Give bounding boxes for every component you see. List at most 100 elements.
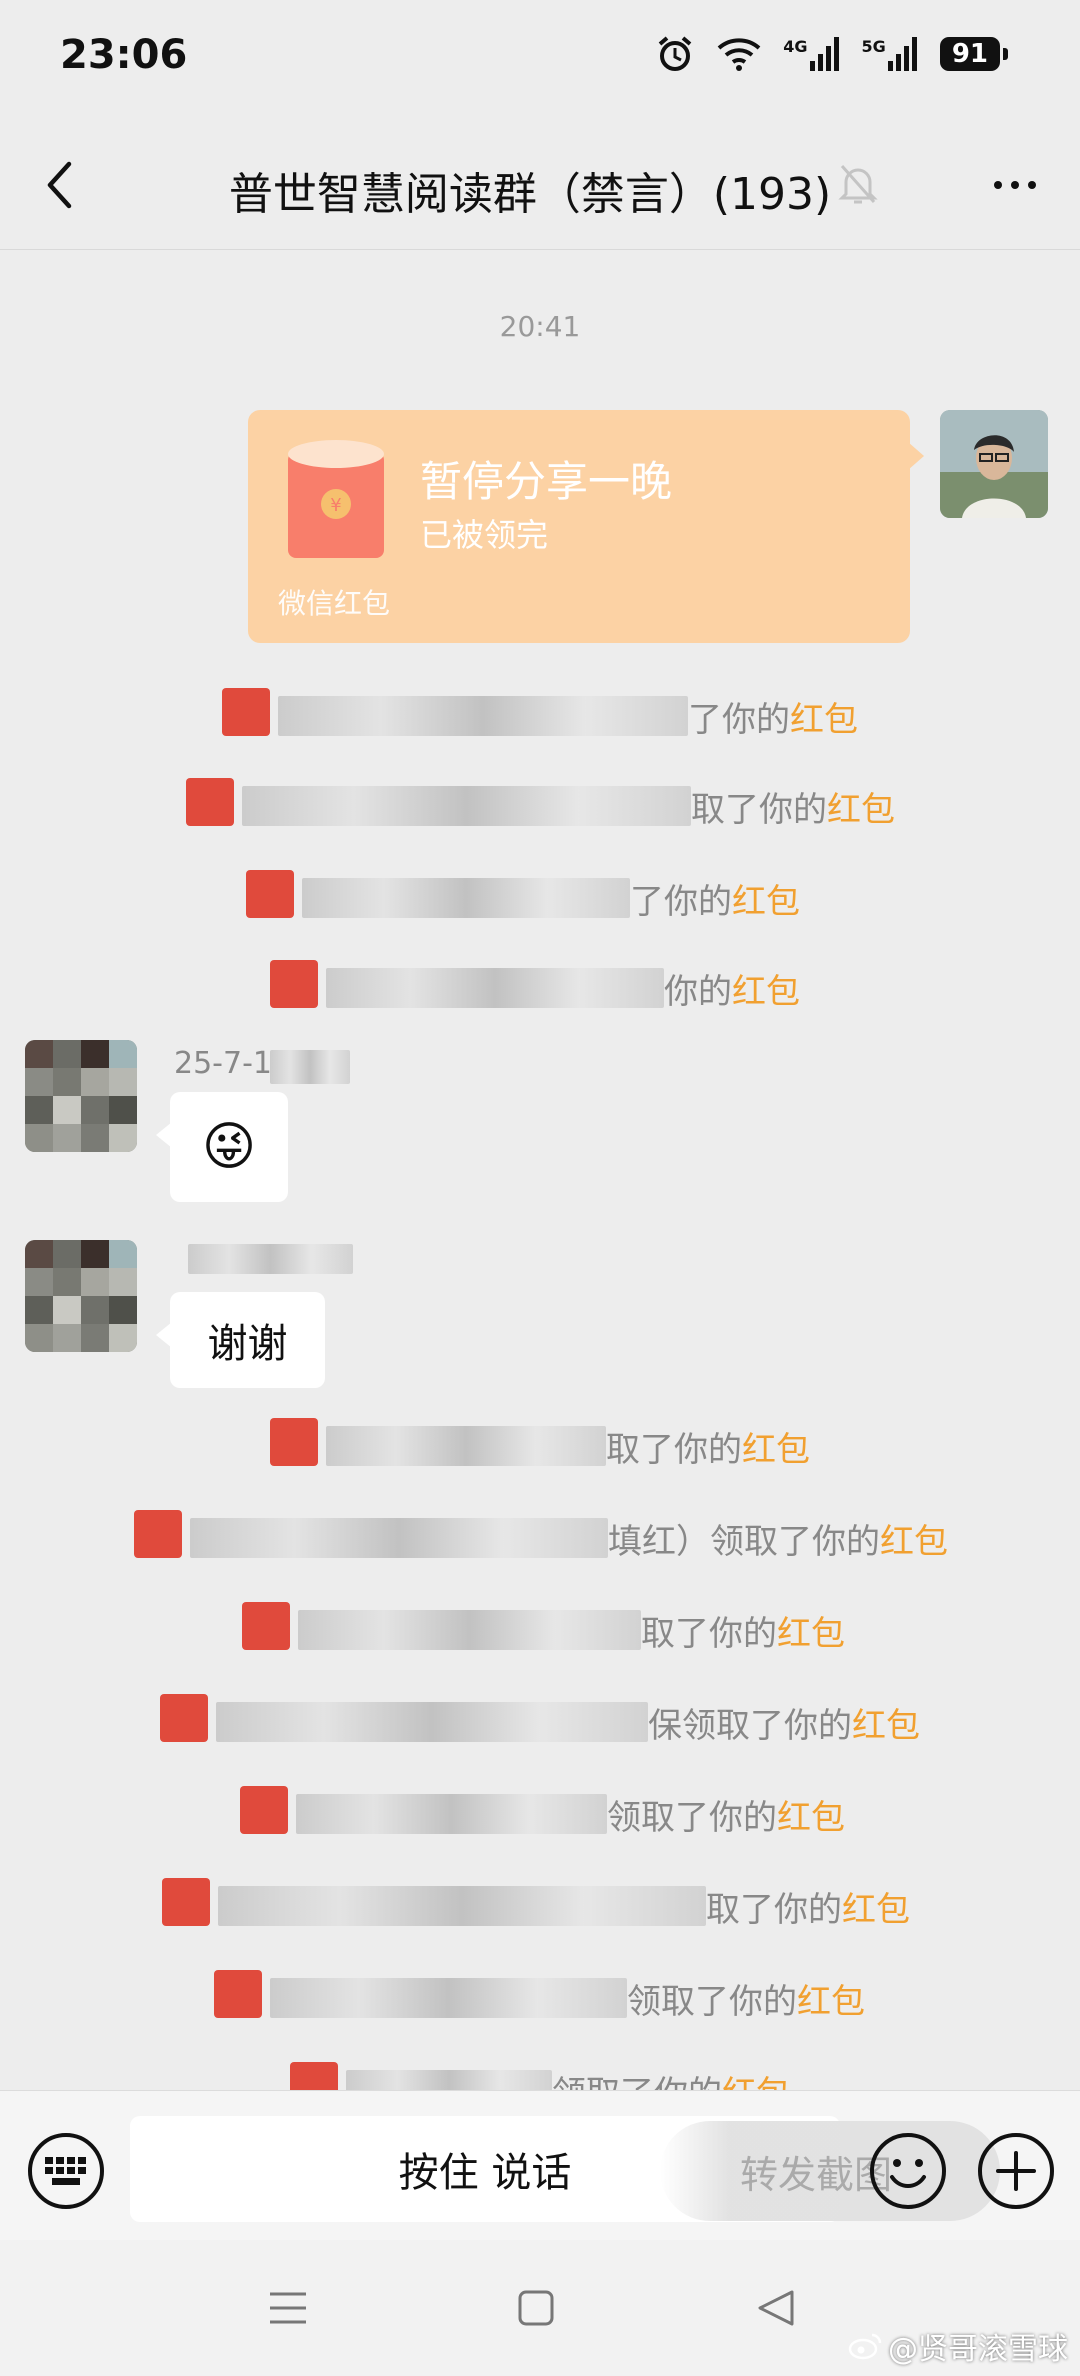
chat-title[interactable]: 普世智慧阅读群（禁言）(193) [0, 158, 1080, 222]
status-time: 23:06 [60, 32, 188, 78]
red-packet-claim-notice: 领取了你的红包 [607, 1790, 845, 1840]
emoji-button[interactable] [870, 2133, 946, 2209]
notice-text: 保领取了你的 [648, 1706, 852, 1746]
red-packet-link[interactable]: 红包 [880, 1522, 948, 1562]
keyboard-button[interactable] [28, 2133, 104, 2209]
status-icons: 4G 5G 91 [655, 34, 1009, 74]
bell-muted-icon [838, 162, 878, 210]
system-navigation-bar: @贤哥滚雪球 [0, 2240, 1080, 2376]
sender-avatar[interactable] [25, 1040, 137, 1152]
red-packet-claim-notice: 了你的红包 [688, 692, 858, 742]
red-packet-message[interactable]: ¥ 暂停分享一晚 已被领完 微信红包 [248, 410, 924, 643]
notice-red-packet-icon [240, 1786, 288, 1834]
blurred-name [188, 1244, 353, 1274]
sender-name: 25-7-1 [174, 1046, 272, 1081]
weibo-icon [848, 2333, 882, 2360]
blurred-user-name [302, 878, 630, 918]
blurred-user-name [326, 1426, 606, 1466]
red-packet-card[interactable]: ¥ 暂停分享一晚 已被领完 微信红包 [248, 410, 924, 643]
red-packet-claim-notice: 领取了你的红包 [627, 1974, 865, 2024]
red-packet-claim-notice: 你的红包 [664, 964, 800, 1014]
notice-text: 领取了你的 [627, 1982, 797, 2022]
blurred-user-name [270, 1978, 627, 2018]
blurred-name [270, 1050, 350, 1084]
notice-text: 你的 [664, 972, 732, 1012]
notice-text: 了你的 [630, 882, 732, 922]
menu-icon[interactable] [268, 2288, 308, 2332]
notice-red-packet-icon [162, 1878, 210, 1926]
red-packet-claim-notice: 取了你的红包 [706, 1882, 910, 1932]
battery-icon: 91 [939, 37, 1009, 71]
notice-text: 取了你的 [641, 1614, 777, 1654]
notice-text: 领取了你的 [607, 1798, 777, 1838]
message-timestamp: 20:41 [499, 310, 581, 343]
notice-red-packet-icon [270, 960, 318, 1008]
alarm-icon [655, 34, 695, 74]
notice-red-packet-icon [242, 1602, 290, 1650]
notice-text: 取了你的 [691, 790, 827, 830]
network-label: 4G [783, 37, 808, 56]
blurred-user-name [278, 696, 688, 736]
emoji-icon [890, 2159, 926, 2188]
more-button[interactable] [980, 165, 1050, 205]
blurred-user-name [326, 968, 664, 1008]
more-functions-button[interactable] [978, 2133, 1054, 2209]
message-bubble[interactable]: 😜 [156, 1092, 288, 1202]
blurred-user-name [216, 1702, 648, 1742]
notice-red-packet-icon [214, 1970, 262, 2018]
red-packet-link[interactable]: 红包 [852, 1706, 920, 1746]
notice-red-packet-icon [186, 778, 234, 826]
watermark-text: @贤哥滚雪球 [888, 2332, 1068, 2367]
back-triangle-icon[interactable] [756, 2288, 796, 2332]
sender-avatar[interactable] [25, 1240, 137, 1352]
notice-red-packet-icon [134, 1510, 182, 1558]
self-avatar[interactable] [940, 410, 1048, 518]
avatar-photo [940, 410, 1048, 518]
red-packet-link[interactable]: 红包 [777, 1798, 845, 1838]
red-packet-link[interactable]: 红包 [742, 1430, 810, 1470]
notice-text: 取了你的 [706, 1890, 842, 1930]
red-packet-icon: ¥ [288, 440, 384, 558]
notice-text: 了你的 [688, 700, 790, 740]
notice-red-packet-icon [270, 1418, 318, 1466]
emoji-wink-tongue: 😜 [201, 1117, 257, 1177]
keyboard-icon [45, 2157, 86, 2185]
notice-text: 填红）领取了你的 [608, 1522, 880, 1562]
red-packet-claim-notice: 取了你的红包 [641, 1606, 845, 1656]
blurred-user-name [218, 1886, 706, 1926]
red-packet-link[interactable]: 红包 [790, 700, 858, 740]
blurred-user-name [190, 1518, 608, 1558]
red-packet-claim-notice: 了你的红包 [630, 874, 800, 924]
red-packet-title: 暂停分享一晚 [420, 457, 673, 506]
notice-red-packet-icon [160, 1694, 208, 1742]
input-bar: 按住 说话 转发截图 [0, 2090, 1080, 2240]
svg-text:¥: ¥ [330, 495, 341, 516]
notice-text: 取了你的 [606, 1430, 742, 1470]
blurred-user-name [242, 786, 691, 826]
forward-screenshot-popup[interactable]: 转发截图 [660, 2121, 1000, 2221]
message-text: 谢谢 [207, 1321, 288, 1367]
status-bar: 23:06 4G 5G 91 [0, 0, 1080, 120]
red-packet-link[interactable]: 红包 [732, 972, 800, 1012]
red-packet-claim-notice: 填红）领取了你的红包 [608, 1514, 948, 1564]
red-packet-link[interactable]: 红包 [732, 882, 800, 922]
blurred-user-name [296, 1794, 607, 1834]
red-packet-status: 已被领完 [420, 516, 549, 554]
network-label: 5G [861, 37, 886, 56]
red-packet-link[interactable]: 红包 [777, 1614, 845, 1654]
notice-red-packet-icon [222, 688, 270, 736]
chat-header: 普世智慧阅读群（禁言）(193) [0, 120, 1080, 250]
red-packet-link[interactable]: 红包 [842, 1890, 910, 1930]
signal-icon-4g: 4G [783, 37, 839, 71]
red-packet-link[interactable]: 红包 [797, 1982, 865, 2022]
message-bubble[interactable]: 谢谢 [156, 1292, 325, 1388]
red-packet-link[interactable]: 红包 [827, 790, 895, 830]
home-square-icon[interactable] [516, 2288, 556, 2332]
plus-icon [996, 2151, 1036, 2191]
watermark: @贤哥滚雪球 [848, 2324, 1068, 2368]
notice-red-packet-icon [246, 870, 294, 918]
red-packet-claim-notice: 取了你的红包 [691, 782, 895, 832]
blurred-user-name [298, 1610, 641, 1650]
more-icon [994, 181, 1002, 189]
signal-icon-5g: 5G [862, 37, 918, 71]
